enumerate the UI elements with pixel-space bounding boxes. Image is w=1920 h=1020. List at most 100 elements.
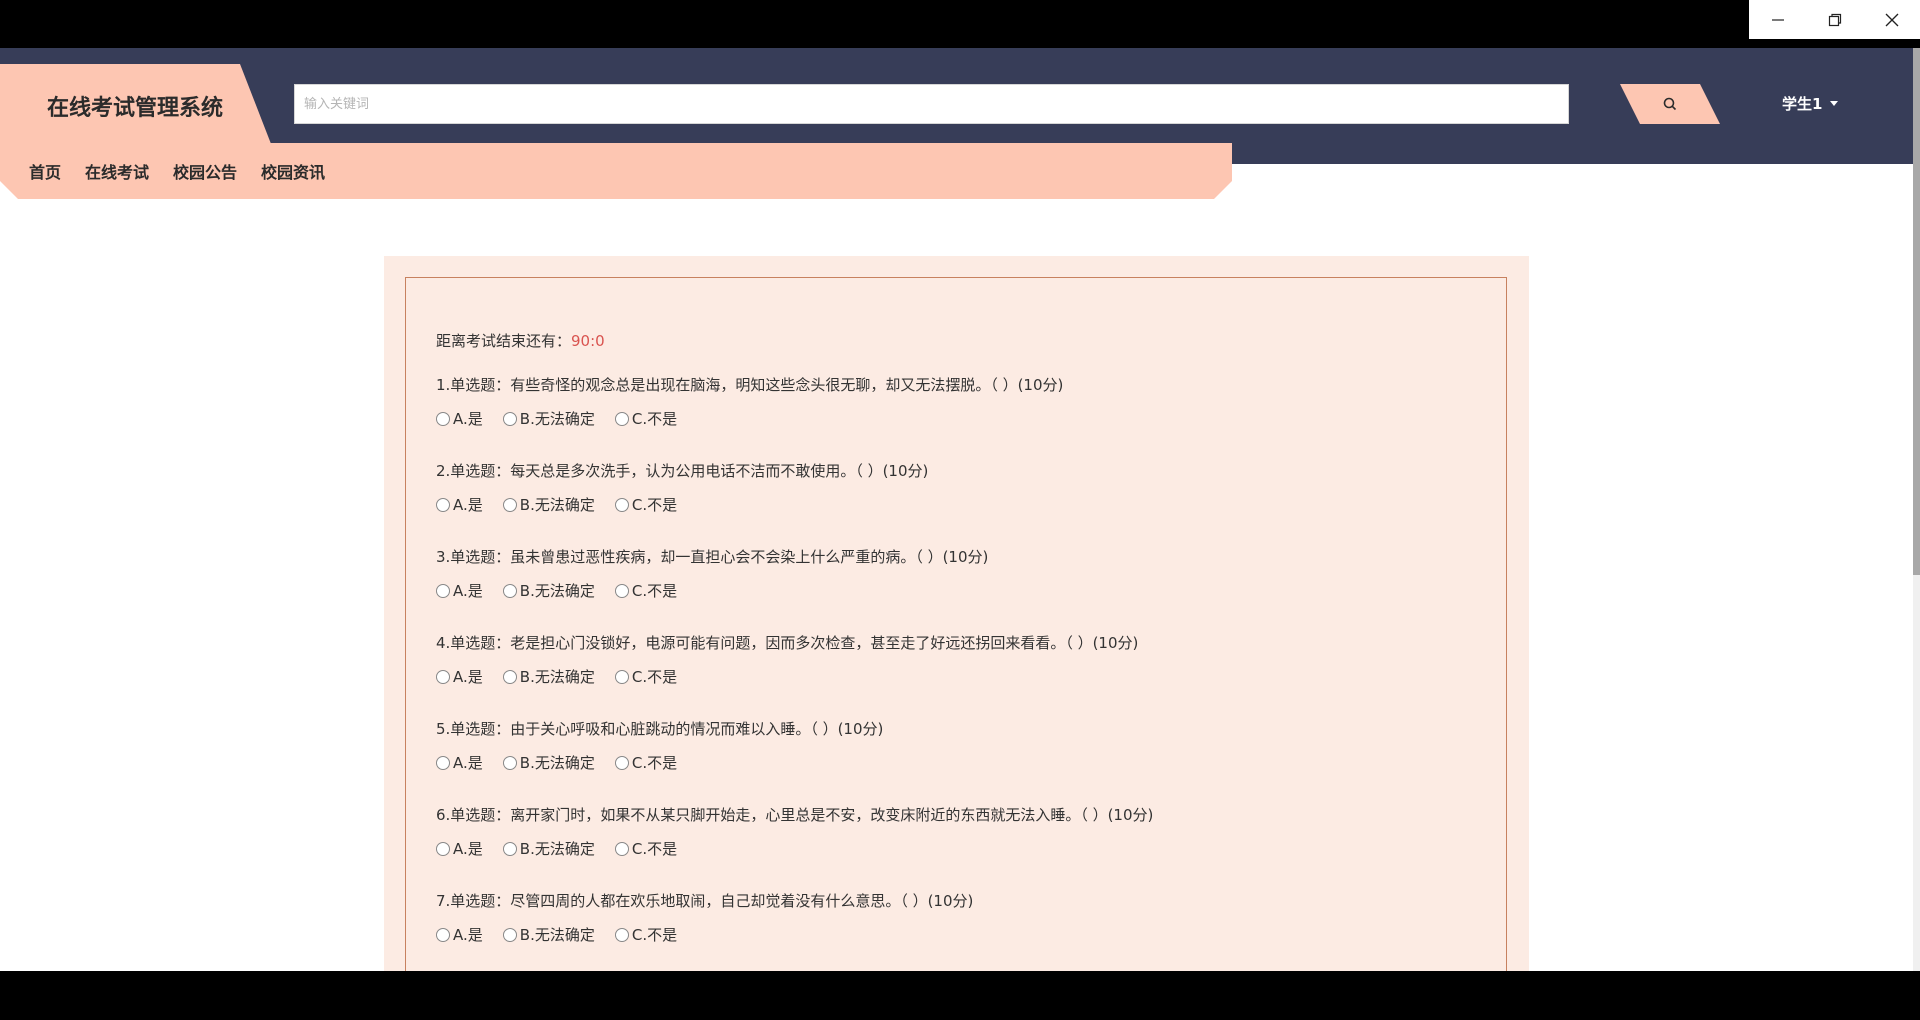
question-text: 4.单选题：老是担心门没锁好，电源可能有问题，因而多次检查，甚至走了好远还拐回来… [436, 634, 1139, 652]
nav-item-news[interactable]: 校园资讯 [261, 159, 325, 183]
radio-icon[interactable] [502, 755, 517, 770]
close-icon[interactable] [1863, 0, 1920, 39]
option-b[interactable]: B.无法确定 [502, 666, 595, 687]
option-label: A.是 [453, 926, 483, 944]
radio-icon[interactable] [502, 841, 517, 856]
option-c[interactable]: C.不是 [614, 494, 678, 515]
main-nav: 首页 在线考试 校园公告 校园资讯 [0, 143, 1232, 199]
scrollbar-thumb[interactable] [1913, 48, 1920, 575]
radio-icon[interactable] [436, 669, 450, 684]
option-c[interactable]: C.不是 [614, 838, 678, 859]
caret-down-icon [1830, 101, 1839, 106]
radio-icon[interactable] [502, 583, 517, 598]
option-label: C.不是 [631, 754, 678, 772]
option-group: A.是 B.无法确定 C.不是 [436, 838, 1153, 859]
question-item: 7.单选题：尽管四周的人都在欢乐地取闹，自己却觉着没有什么意思。（ ）(10分)… [436, 890, 973, 945]
restore-icon[interactable] [1806, 0, 1863, 39]
option-label: B.无法确定 [519, 582, 595, 600]
question-item: 3.单选题：虽未曾患过恶性疾病，却一直担心会不会染上什么严重的病。（ ）(10分… [436, 546, 988, 601]
option-label: A.是 [453, 754, 483, 772]
window-titlebar [0, 0, 1920, 48]
radio-icon[interactable] [614, 841, 629, 856]
option-label: B.无法确定 [519, 840, 595, 858]
option-label: B.无法确定 [519, 668, 595, 686]
option-label: C.不是 [631, 582, 678, 600]
option-label: C.不是 [631, 840, 678, 858]
option-c[interactable]: C.不是 [614, 580, 678, 601]
option-c[interactable]: C.不是 [614, 408, 678, 429]
option-a[interactable]: A.是 [436, 408, 483, 429]
radio-icon[interactable] [436, 583, 450, 598]
option-c[interactable]: C.不是 [614, 666, 678, 687]
radio-icon[interactable] [502, 497, 517, 512]
radio-icon[interactable] [614, 755, 629, 770]
option-group: A.是 B.无法确定 C.不是 [436, 666, 1138, 687]
option-label: B.无法确定 [519, 496, 595, 514]
option-c[interactable]: C.不是 [614, 924, 677, 945]
option-b[interactable]: B.无法确定 [502, 752, 595, 773]
search-button[interactable] [1620, 84, 1720, 124]
nav-item-announcements[interactable]: 校园公告 [173, 159, 237, 183]
question-text: 5.单选题：由于关心呼吸和心脏跳动的情况而难以入睡。（ ）(10分) [436, 720, 884, 738]
question-item: 6.单选题：离开家门时，如果不从某只脚开始走，心里总是不安，改变床附近的东西就无… [436, 804, 1153, 859]
radio-icon[interactable] [436, 841, 450, 856]
nav-item-online-exam[interactable]: 在线考试 [85, 159, 149, 183]
option-b[interactable]: B.无法确定 [502, 408, 595, 429]
option-label: B.无法确定 [519, 926, 595, 944]
radio-icon[interactable] [436, 497, 450, 512]
option-label: A.是 [453, 668, 483, 686]
radio-icon[interactable] [614, 583, 629, 598]
option-a[interactable]: A.是 [436, 924, 483, 945]
radio-icon[interactable] [614, 411, 629, 426]
option-group: A.是 B.无法确定 C.不是 [436, 580, 988, 601]
option-label: A.是 [453, 496, 483, 514]
option-a[interactable]: A.是 [436, 580, 483, 601]
radio-icon[interactable] [436, 755, 450, 770]
option-b[interactable]: B.无法确定 [502, 580, 595, 601]
option-label: C.不是 [631, 496, 678, 514]
question-text: 3.单选题：虽未曾患过恶性疾病，却一直担心会不会染上什么严重的病。（ ）(10分… [436, 548, 989, 566]
option-label: C.不是 [631, 668, 678, 686]
radio-icon[interactable] [614, 497, 629, 512]
countdown-time: 90:0 [571, 332, 605, 350]
option-label: C.不是 [631, 410, 678, 428]
nav-item-home[interactable]: 首页 [29, 159, 61, 183]
option-a[interactable]: A.是 [436, 752, 483, 773]
radio-icon[interactable] [436, 411, 450, 426]
radio-icon[interactable] [436, 927, 450, 942]
option-b[interactable]: B.无法确定 [502, 838, 595, 859]
user-menu[interactable]: 学生1 [1782, 93, 1839, 114]
minimize-icon[interactable] [1749, 0, 1806, 39]
question-item: 4.单选题：老是担心门没锁好，电源可能有问题，因而多次检查，甚至走了好远还拐回来… [436, 632, 1138, 687]
option-group: A.是 B.无法确定 C.不是 [436, 752, 883, 773]
search-input[interactable] [294, 84, 1569, 124]
radio-icon[interactable] [502, 927, 517, 942]
radio-icon[interactable] [614, 927, 629, 942]
radio-icon[interactable] [502, 411, 517, 426]
question-text: 2.单选题：每天总是多次洗手，认为公用电话不洁而不敢使用。（ ）(10分) [436, 462, 929, 480]
question-text: 6.单选题：离开家门时，如果不从某只脚开始走，心里总是不安，改变床附近的东西就无… [436, 806, 1154, 824]
option-label: B.无法确定 [519, 410, 595, 428]
option-label: A.是 [453, 840, 483, 858]
question-text: 7.单选题：尽管四周的人都在欢乐地取闹，自己却觉着没有什么意思。（ ）(10分) [436, 892, 974, 910]
option-a[interactable]: A.是 [436, 494, 483, 515]
option-c[interactable]: C.不是 [614, 752, 678, 773]
option-b[interactable]: B.无法确定 [502, 494, 595, 515]
option-label: A.是 [453, 582, 483, 600]
question-item: 1.单选题：有些奇怪的观念总是出现在脑海，明知这些念头很无聊，却又无法摆脱。（ … [436, 374, 1063, 429]
window-controls [1749, 0, 1920, 39]
page-scrollbar[interactable] [1913, 48, 1920, 971]
exam-card: 距离考试结束还有：90:0 1.单选题：有些奇怪的观念总是出现在脑海，明知这些念… [405, 277, 1507, 971]
question-text: 1.单选题：有些奇怪的观念总是出现在脑海，明知这些念头很无聊，却又无法摆脱。（ … [436, 376, 1064, 394]
countdown: 距离考试结束还有：90:0 [436, 330, 605, 351]
countdown-label: 距离考试结束还有： [436, 332, 572, 350]
user-name: 学生1 [1782, 95, 1823, 113]
option-group: A.是 B.无法确定 C.不是 [436, 408, 1063, 429]
option-b[interactable]: B.无法确定 [502, 924, 595, 945]
radio-icon[interactable] [502, 669, 517, 684]
site-title: 在线考试管理系统 [47, 96, 224, 121]
option-a[interactable]: A.是 [436, 666, 483, 687]
page-viewport: 在线考试管理系统 学生1 首页 在线考试 校园公告 校园资讯 距离考试结束还有：… [0, 48, 1920, 971]
radio-icon[interactable] [614, 669, 629, 684]
option-a[interactable]: A.是 [436, 838, 483, 859]
